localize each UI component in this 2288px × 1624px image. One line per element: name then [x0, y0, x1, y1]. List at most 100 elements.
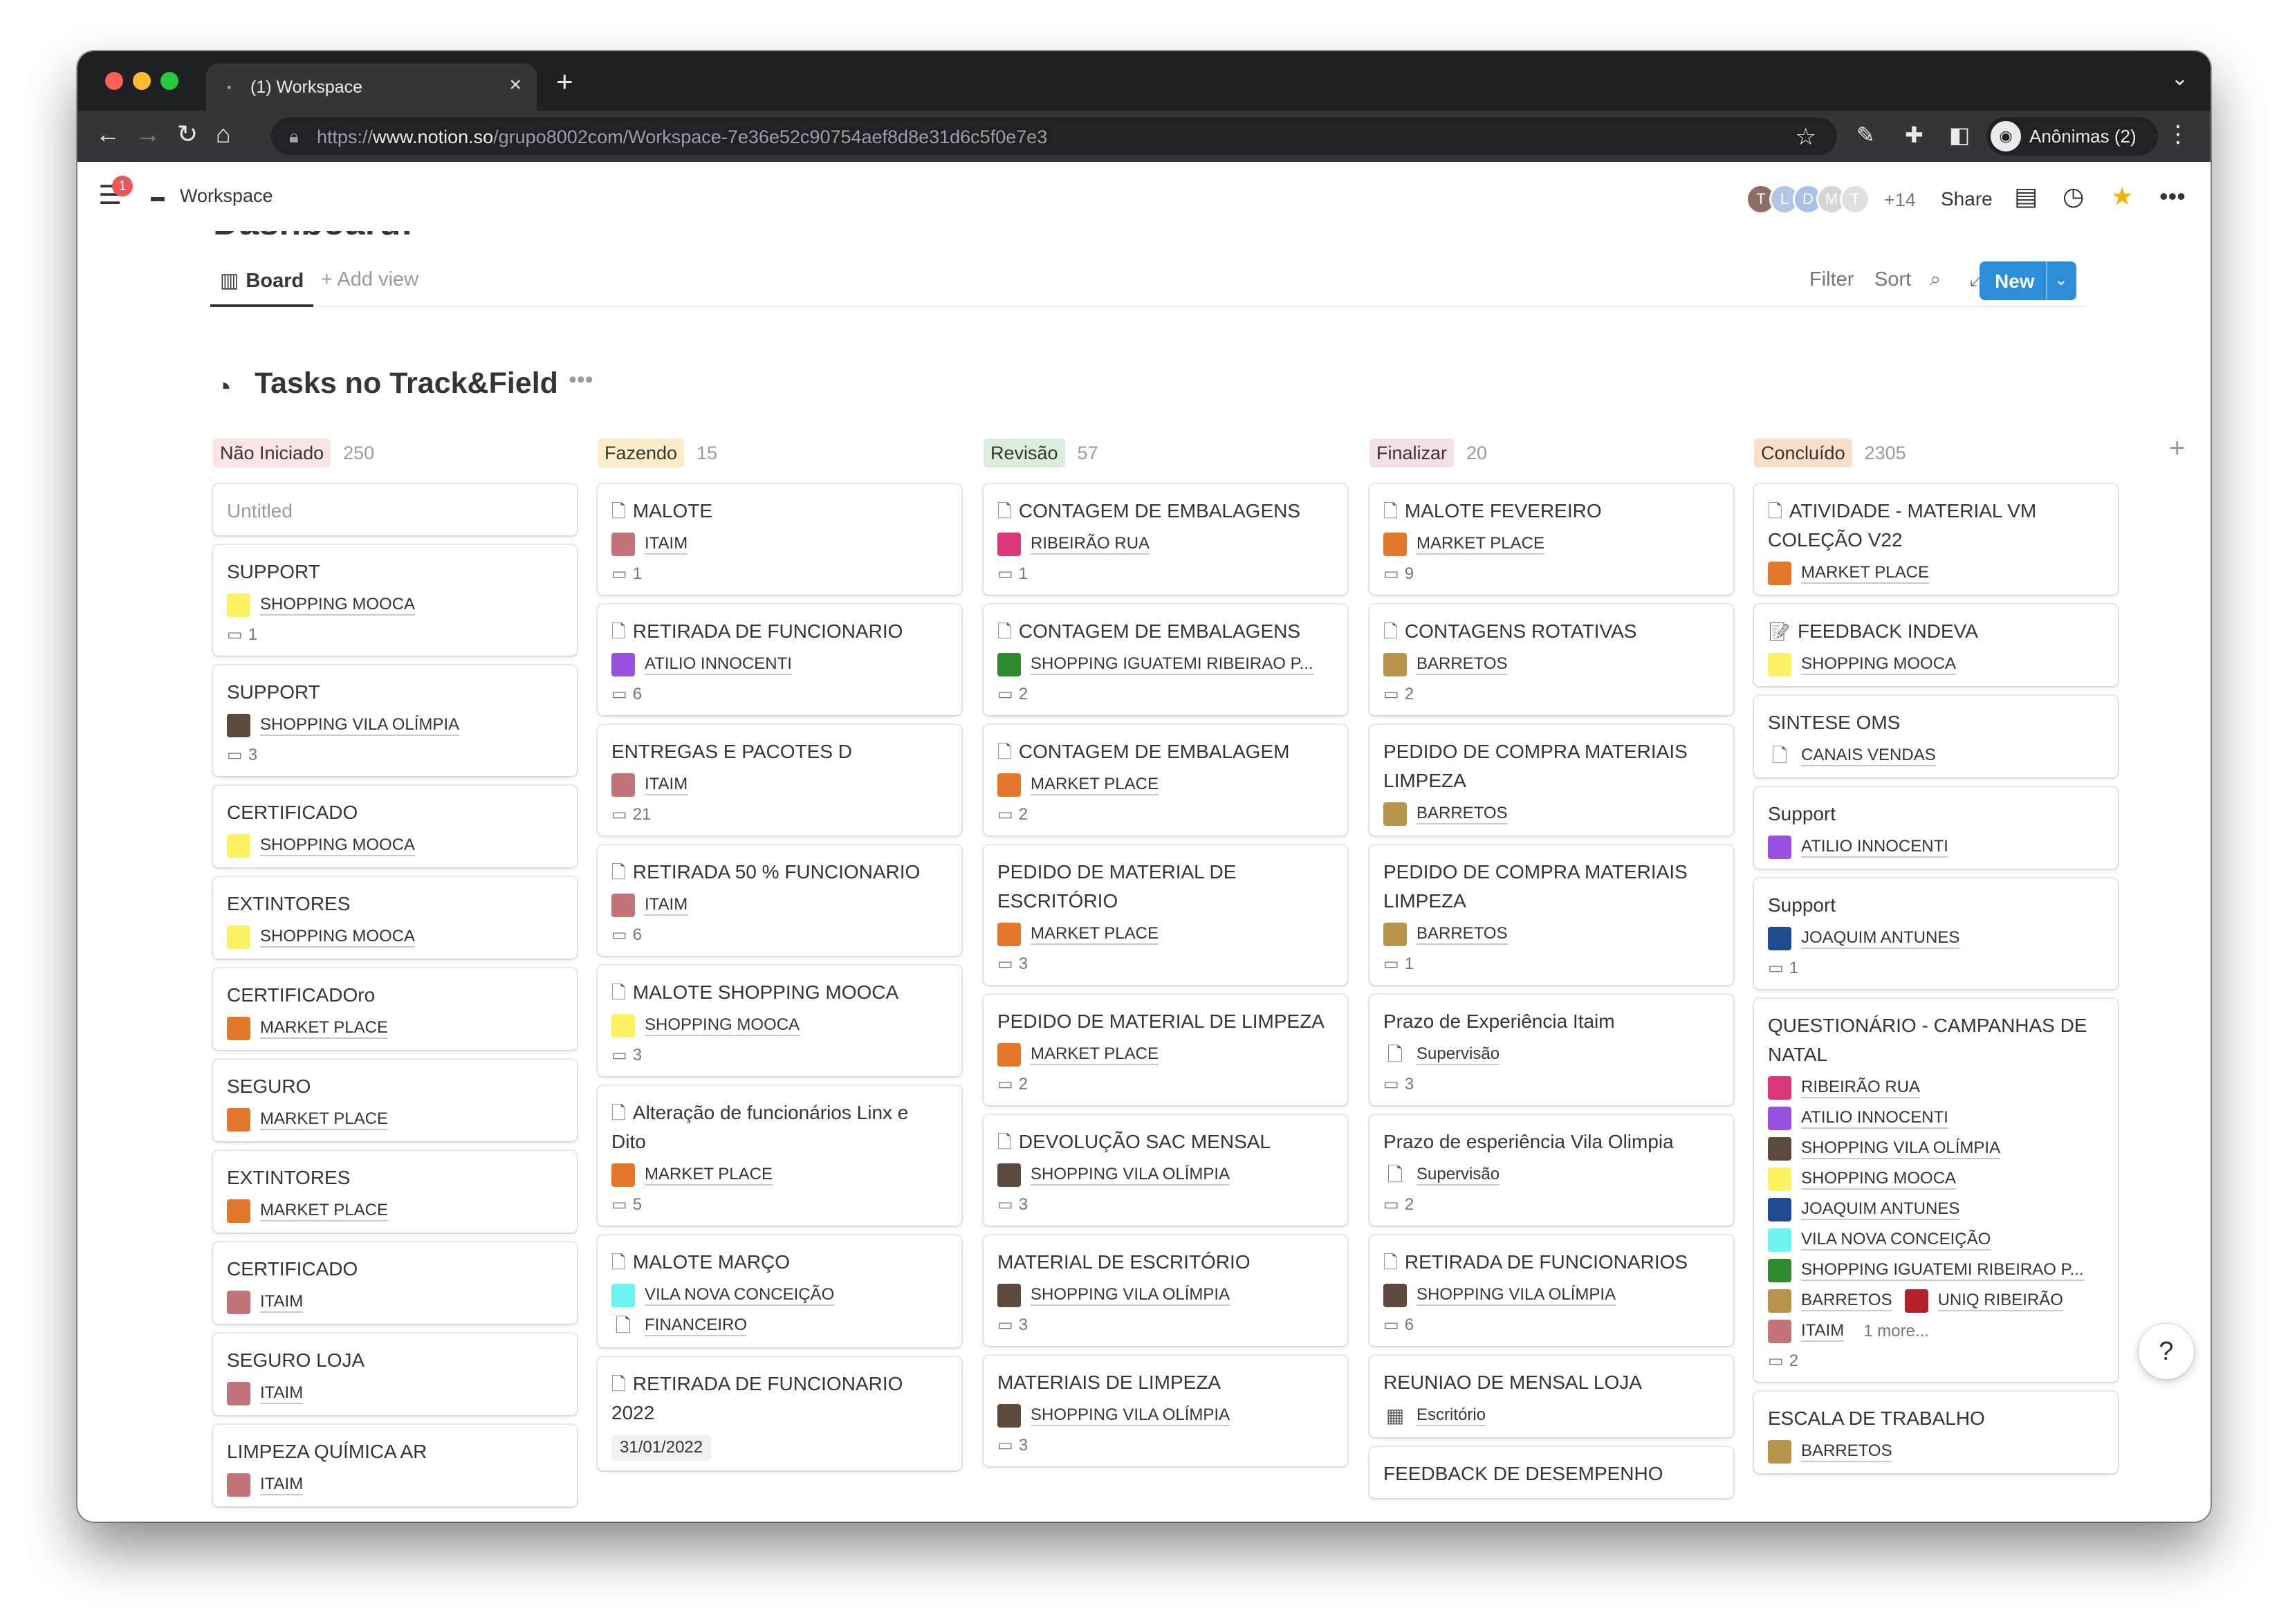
card-tag[interactable]: MARKET PLACE: [1383, 533, 1719, 556]
chevron-down-icon[interactable]: ⌄: [2054, 270, 2068, 290]
forward-arrow-icon[interactable]: →: [136, 120, 160, 148]
comment-count[interactable]: ▭ 6: [611, 683, 948, 705]
search-icon[interactable]: ⌕: [1930, 268, 1941, 291]
task-card[interactable]: 🗋︎ DEVOLUÇÃO SAC MENSAL SHOPPING VILA OLÍM…: [984, 1115, 1347, 1226]
card-tag[interactable]: BARRETOS: [1383, 653, 1719, 676]
card-tag[interactable]: SHOPPING VILA OLÍMPIA: [1768, 1137, 2104, 1161]
comment-count[interactable]: ▭ 1: [227, 624, 563, 646]
task-card[interactable]: 🗋︎ MALOTE SHOPPING MOOCA SHOPPING MOOCA ▭ 3: [598, 966, 961, 1076]
task-card[interactable]: LIMPEZA QUÍMICA AR ITAIM: [213, 1425, 577, 1506]
card-tag[interactable]: 🗋︎ Supervisão: [1383, 1163, 1719, 1187]
comment-count[interactable]: ▭ 5: [611, 1194, 948, 1216]
card-tag[interactable]: RIBEIRÃO RUA: [1768, 1076, 2104, 1100]
task-card[interactable]: 🗋︎ RETIRADA DE FUNCIONARIOS SHOPPING VILA …: [1369, 1235, 1733, 1346]
task-card[interactable]: 🗋︎ MALOTE MARÇO VILA NOVA CONCEIÇÃO 🗋︎ FINAN…: [598, 1235, 961, 1347]
comment-count[interactable]: ▭ 2: [1768, 1350, 2104, 1372]
task-card[interactable]: 🗋︎ RETIRADA DE FUNCIONARIO 2022 31/01/2022: [598, 1357, 961, 1470]
task-card[interactable]: CERTIFICADO SHOPPING MOOCA: [213, 786, 577, 867]
task-card[interactable]: CERTIFICADO ITAIM: [213, 1242, 577, 1324]
column-header[interactable]: Concluído 2305: [1754, 439, 2118, 474]
avatar[interactable]: T: [1840, 184, 1870, 214]
task-card[interactable]: MATERIAL DE ESCRITÓRIO SHOPPING VILA OLÍM…: [984, 1235, 1347, 1346]
tab-search-chevron-icon[interactable]: ⌄: [2171, 66, 2188, 91]
card-tag[interactable]: ITAIM: [611, 894, 948, 917]
card-tag[interactable]: 🗋︎ FINANCEIRO: [611, 1314, 948, 1338]
task-card[interactable]: PEDIDO DE COMPRA MATERIAIS LIMPEZA BARRET…: [1369, 725, 1733, 836]
card-tag[interactable]: VILA NOVA CONCEIÇÃO: [1768, 1228, 2104, 1252]
card-tag[interactable]: SHOPPING VILA OLÍMPIA: [997, 1284, 1334, 1307]
card-tag[interactable]: ITAIM: [611, 533, 948, 556]
comments-icon[interactable]: ▤: [2014, 183, 2038, 210]
card-tag[interactable]: ATILIO INNOCENTI: [611, 653, 948, 676]
card-tag[interactable]: ▦ Escritório: [1383, 1404, 1719, 1428]
side-panel-icon[interactable]: ◧: [1949, 122, 1970, 148]
task-card[interactable]: Untitled: [213, 484, 577, 535]
card-tag[interactable]: SHOPPING VILA OLÍMPIA: [1383, 1284, 1719, 1307]
comment-count[interactable]: ▭ 9: [1383, 563, 1719, 585]
comment-count[interactable]: ▭ 1: [611, 563, 948, 585]
card-tag[interactable]: MARKET PLACE: [227, 1108, 563, 1132]
more-icon[interactable]: •••: [2159, 183, 2186, 210]
card-tag[interactable]: SHOPPING MOOCA: [227, 925, 563, 949]
card-tag[interactable]: MARKET PLACE: [997, 1043, 1334, 1067]
card-tag[interactable]: UNIQ RIBEIRÃO: [1904, 1289, 2063, 1313]
task-card[interactable]: Support JOAQUIM ANTUNES ▭ 1: [1754, 878, 2118, 989]
task-card[interactable]: 🗋︎ CONTAGEM DE EMBALAGENS SHOPPING IGUATEM…: [984, 605, 1347, 715]
card-tag[interactable]: SHOPPING VILA OLÍMPIA: [997, 1404, 1334, 1428]
card-tag[interactable]: JOAQUIM ANTUNES: [1768, 1198, 2104, 1221]
extra-members-count[interactable]: +14: [1884, 190, 1916, 211]
more-tags-link[interactable]: 1 more...: [1863, 1322, 1929, 1341]
filter-button[interactable]: Filter: [1809, 268, 1854, 291]
comment-count[interactable]: ▭ 2: [997, 1073, 1334, 1096]
card-tag[interactable]: SHOPPING IGUATEMI RIBEIRAO P...: [997, 653, 1334, 676]
card-tag[interactable]: MARKET PLACE: [997, 923, 1334, 946]
task-card[interactable]: MATERIAIS DE LIMPEZA SHOPPING VILA OLÍMPI…: [984, 1356, 1347, 1466]
database-more-icon[interactable]: •••: [569, 367, 593, 394]
share-button[interactable]: Share: [1941, 188, 1993, 210]
task-card[interactable]: 🗋︎ RETIRADA DE FUNCIONARIO ATILIO INNOCENT…: [598, 605, 961, 715]
card-tag[interactable]: BARRETOS: [1383, 923, 1719, 946]
task-card[interactable]: SUPPORT SHOPPING VILA OLÍMPIA ▭ 3: [213, 665, 577, 776]
card-tag[interactable]: ITAIM: [227, 1291, 563, 1314]
card-tag[interactable]: MARKET PLACE: [1768, 562, 2104, 585]
card-tag[interactable]: MARKET PLACE: [227, 1199, 563, 1223]
browser-menu-icon[interactable]: ⋮: [2166, 120, 2190, 148]
card-tag[interactable]: MARKET PLACE: [227, 1017, 563, 1040]
comment-count[interactable]: ▭ 2: [997, 683, 1334, 705]
task-card[interactable]: FEEDBACK DE DESEMPENHO: [1369, 1447, 1733, 1498]
comment-count[interactable]: ▭ 2: [1383, 683, 1719, 705]
minimize-window-button[interactable]: [133, 72, 151, 90]
maximize-window-button[interactable]: [160, 72, 178, 90]
card-tag[interactable]: ITAIM: [227, 1473, 563, 1497]
task-card[interactable]: SEGURO LOJA ITAIM: [213, 1334, 577, 1415]
card-tag[interactable]: RIBEIRÃO RUA: [997, 533, 1334, 556]
card-tag[interactable]: SHOPPING VILA OLÍMPIA: [997, 1163, 1334, 1187]
task-card[interactable]: ENTREGAS E PACOTES D ITAIM ▭ 21: [598, 725, 961, 836]
column-header[interactable]: Finalizar 20: [1369, 439, 1733, 474]
task-card[interactable]: SINTESE OMS 🗋︎ CANAIS VENDAS: [1754, 696, 2118, 777]
card-tag[interactable]: 🗋︎ CANAIS VENDAS: [1768, 744, 2104, 768]
task-card[interactable]: Prazo de esperiência Vila Olimpia 🗋︎ Super…: [1369, 1115, 1733, 1226]
task-card[interactable]: 🗋︎ CONTAGEM DE EMBALAGENS RIBEIRÃO RUA ▭ 1: [984, 484, 1347, 595]
card-tag[interactable]: SHOPPING MOOCA: [1768, 653, 2104, 676]
column-header[interactable]: Não Iniciado 250: [213, 439, 577, 474]
task-card[interactable]: 🗋︎ MALOTE ITAIM ▭ 1: [598, 484, 961, 595]
database-title[interactable]: Tasks no Track&Field: [255, 367, 558, 400]
task-card[interactable]: ESCALA DE TRABALHO BARRETOS: [1754, 1392, 2118, 1473]
task-card[interactable]: 🗋︎ CONTAGEM DE EMBALAGEM MARKET PLACE ▭ 2: [984, 725, 1347, 836]
task-card[interactable]: SEGURO MARKET PLACE: [213, 1060, 577, 1141]
task-card[interactable]: PEDIDO DE COMPRA MATERIAIS LIMPEZA BARRET…: [1369, 845, 1733, 985]
task-card[interactable]: QUESTIONÁRIO - CAMPANHAS DE NATAL RIBEIRÃ…: [1754, 999, 2118, 1382]
task-card[interactable]: Support ATILIO INNOCENTI: [1754, 787, 2118, 869]
comment-count[interactable]: ▭ 21: [611, 804, 948, 826]
lock-icon[interactable]: 🔒︎: [289, 126, 299, 148]
card-tag[interactable]: MARKET PLACE: [997, 773, 1334, 797]
card-tag[interactable]: ITAIM: [611, 773, 948, 797]
card-tag[interactable]: ATILIO INNOCENTI: [1768, 836, 2104, 859]
profile-button[interactable]: ◉ Anônimas (2): [1986, 117, 2158, 156]
task-card[interactable]: 📝︎ FEEDBACK INDEVA SHOPPING MOOCA: [1754, 605, 2118, 686]
task-card[interactable]: 🗋︎ MALOTE FEVEREIRO MARKET PLACE ▭ 9: [1369, 484, 1733, 595]
column-header[interactable]: Revisão 57: [984, 439, 1347, 474]
comment-count[interactable]: ▭ 3: [997, 953, 1334, 975]
card-tag[interactable]: SHOPPING IGUATEMI RIBEIRAO P...: [1768, 1259, 2104, 1282]
